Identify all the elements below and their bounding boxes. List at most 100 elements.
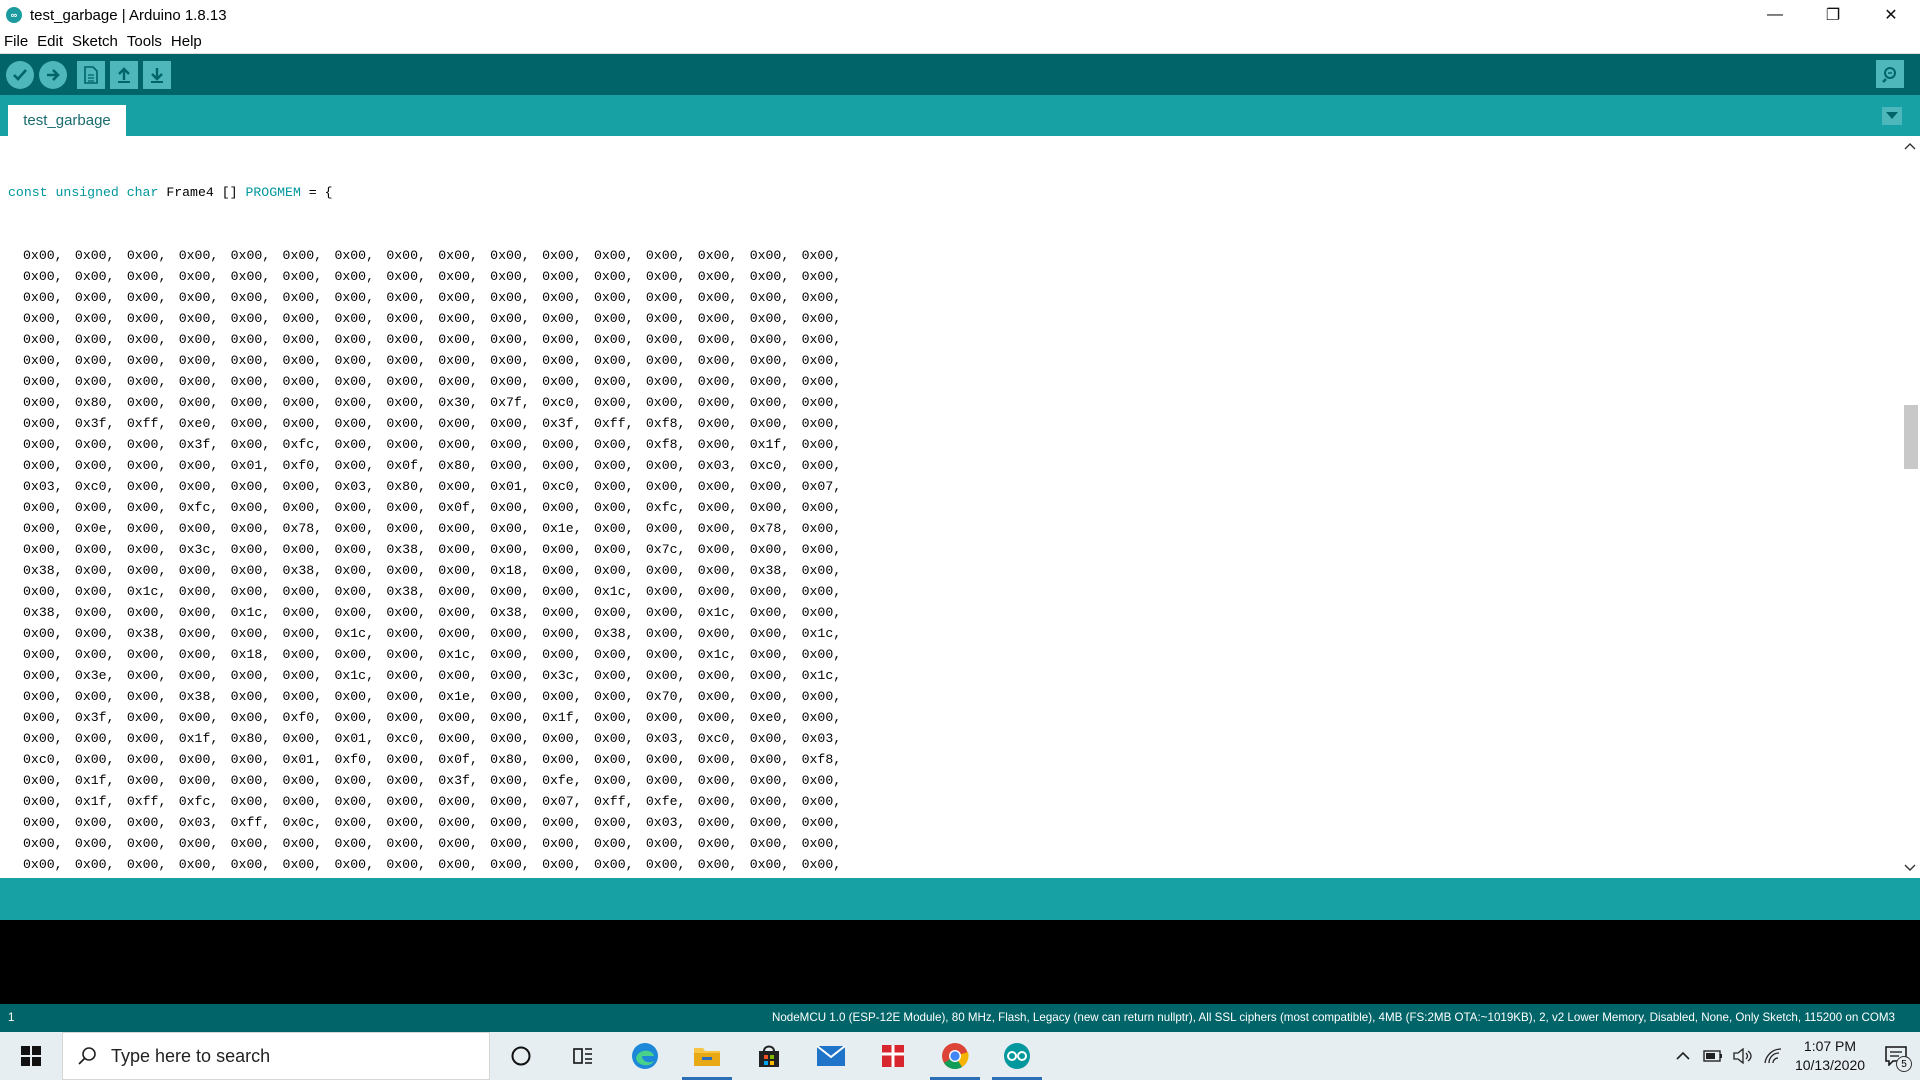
hex-value: 0x78,	[749, 521, 790, 536]
hex-value: 0x00,	[386, 836, 426, 851]
hex-value: 0x00,	[230, 563, 271, 578]
hex-value: 0x00,	[490, 248, 530, 263]
hex-value: 0x00,	[334, 374, 375, 389]
hex-value: 0xff,	[593, 794, 634, 809]
show-hidden-icons-button[interactable]	[1668, 1032, 1698, 1080]
mail-button[interactable]	[800, 1032, 862, 1080]
code-line: 0x00, 0x00, 0x00, 0x38, 0x00, 0x00, 0x00…	[8, 686, 841, 707]
hex-value: 0x00,	[74, 437, 115, 452]
volume-button[interactable]	[1728, 1032, 1758, 1080]
hex-value: 0x00,	[490, 584, 530, 599]
hex-value: 0x3e,	[74, 668, 115, 683]
hex-value: 0x00,	[749, 416, 790, 431]
taskbar-search[interactable]: Type here to search	[62, 1032, 490, 1080]
network-button[interactable]	[1758, 1032, 1788, 1080]
hex-value: 0x00,	[23, 542, 63, 557]
hex-value: 0x00,	[74, 605, 115, 620]
hex-value: 0xfe,	[645, 794, 686, 809]
scroll-up-button[interactable]	[1900, 136, 1920, 156]
hex-value: 0x00,	[801, 542, 842, 557]
hex-value: 0x00,	[438, 521, 478, 536]
hex-value: 0x00,	[74, 815, 115, 830]
code-line: 0x00, 0x00, 0x00, 0x1f, 0x80, 0x00, 0x01…	[8, 728, 841, 749]
hex-value: 0x00,	[334, 500, 375, 515]
hex-value: 0x00,	[490, 290, 530, 305]
hex-value: 0x00,	[697, 689, 738, 704]
edge-button[interactable]	[614, 1032, 676, 1080]
hex-value: 0x00,	[386, 668, 426, 683]
hex-value: 0x00,	[23, 794, 63, 809]
hex-value: 0x00,	[593, 710, 634, 725]
battery-button[interactable]	[1698, 1032, 1728, 1080]
tab-test-garbage[interactable]: test_garbage	[8, 105, 126, 136]
save-button[interactable]	[143, 60, 171, 89]
hex-value: 0x00,	[542, 857, 582, 872]
menu-file[interactable]: File	[4, 33, 28, 50]
hex-value: 0x00,	[23, 458, 63, 473]
code-line: 0x00, 0x80, 0x00, 0x00, 0x00, 0x00, 0x00…	[8, 392, 841, 413]
cortana-button[interactable]	[490, 1032, 552, 1080]
hex-value: 0x00,	[593, 542, 634, 557]
hex-value: 0x00,	[230, 353, 271, 368]
minimize-button[interactable]: —	[1746, 0, 1804, 30]
open-button[interactable]	[110, 60, 138, 89]
file-explorer-button[interactable]	[676, 1032, 738, 1080]
hex-value: 0x38,	[23, 605, 63, 620]
hex-value: 0x00,	[801, 689, 842, 704]
hex-value: 0x00,	[386, 290, 426, 305]
chrome-button[interactable]	[924, 1032, 986, 1080]
hex-value: 0x00,	[749, 332, 790, 347]
clock[interactable]: 1:07 PM 10/13/2020	[1788, 1037, 1872, 1075]
serial-monitor-button[interactable]	[1876, 60, 1904, 88]
hex-value: 0x00,	[23, 647, 63, 662]
hex-value: 0x00,	[334, 836, 375, 851]
hex-value: 0x1f,	[178, 731, 219, 746]
mail-icon	[816, 1045, 846, 1066]
hex-value: 0x03,	[697, 458, 738, 473]
restore-button[interactable]: ❐	[1804, 0, 1862, 30]
hex-value: 0x00,	[230, 584, 271, 599]
hex-value: 0x00,	[74, 563, 115, 578]
menu-edit[interactable]: Edit	[37, 33, 63, 50]
hex-value: 0xfc,	[178, 794, 219, 809]
hex-value: 0xe0,	[749, 710, 790, 725]
action-center-button[interactable]: 5	[1872, 1032, 1920, 1080]
menu-sketch[interactable]: Sketch	[72, 33, 118, 50]
arduino-taskbar-button[interactable]	[986, 1032, 1048, 1080]
hex-value: 0x00,	[749, 311, 790, 326]
close-button[interactable]: ✕	[1862, 0, 1920, 30]
code-line: 0x00, 0x1f, 0xff, 0xfc, 0x00, 0x00, 0x00…	[8, 791, 841, 812]
code-line: 0x00, 0x00, 0x00, 0x00, 0x00, 0x00, 0x00…	[8, 854, 841, 875]
console-output[interactable]	[0, 920, 1920, 1004]
new-sketch-button[interactable]	[77, 60, 105, 89]
hex-value: 0x00,	[490, 437, 530, 452]
keyword-unsigned: unsigned	[55, 185, 119, 200]
verify-button[interactable]	[6, 60, 34, 89]
hex-value: 0x00,	[645, 668, 686, 683]
scroll-down-button[interactable]	[1900, 858, 1920, 878]
editor-scrollbar[interactable]	[1900, 136, 1920, 878]
start-button[interactable]	[0, 1032, 62, 1080]
file-explorer-icon	[694, 1048, 720, 1066]
scroll-thumb[interactable]	[1904, 405, 1918, 469]
gift-button[interactable]	[862, 1032, 924, 1080]
hex-value: 0x00,	[23, 374, 63, 389]
hex-value: 0x00,	[490, 773, 530, 788]
hex-value: 0x00,	[542, 836, 582, 851]
hex-value: 0x00,	[126, 479, 167, 494]
hex-value: 0x00,	[490, 815, 530, 830]
hex-value: 0x00,	[282, 311, 323, 326]
tab-menu-button[interactable]	[1882, 107, 1902, 125]
upload-button[interactable]	[39, 60, 67, 89]
menu-bar: File Edit Sketch Tools Help	[0, 30, 1920, 54]
menu-help[interactable]: Help	[171, 33, 202, 50]
task-view-button[interactable]	[552, 1032, 614, 1080]
declaration-rest: = {	[308, 185, 333, 200]
hex-value: 0x00,	[178, 710, 219, 725]
hex-value: 0x01,	[334, 731, 375, 746]
gift-icon	[882, 1045, 904, 1067]
store-button[interactable]	[738, 1032, 800, 1080]
menu-tools[interactable]: Tools	[127, 33, 162, 50]
code-editor[interactable]: const unsigned char Frame4 [] PROGMEM = …	[0, 136, 1920, 878]
search-placeholder: Type here to search	[111, 1045, 271, 1066]
